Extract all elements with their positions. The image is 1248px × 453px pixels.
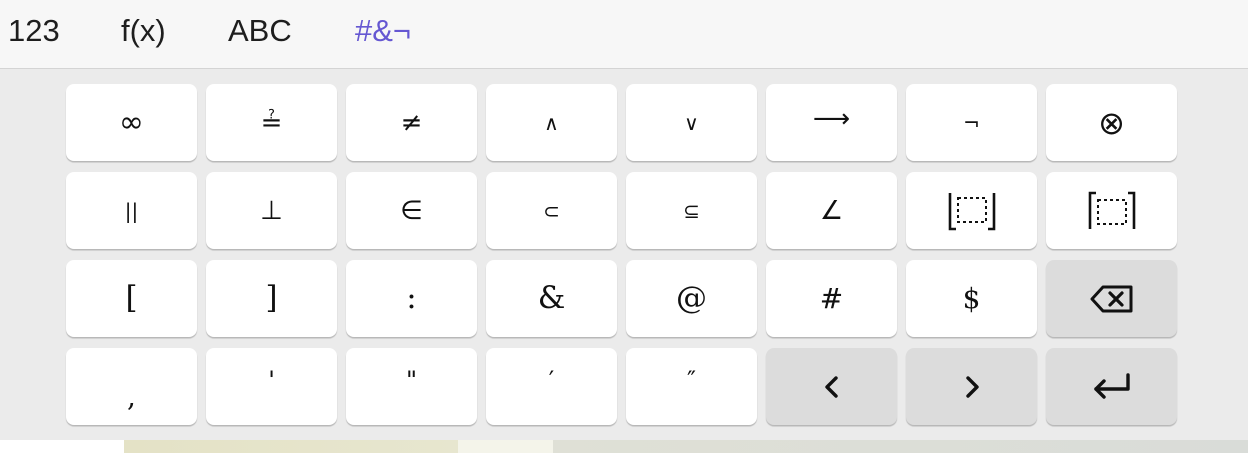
chevron-left-icon [824, 375, 838, 398]
key-label: ¬ [963, 110, 980, 135]
key-element-of[interactable]: ∈ [346, 172, 477, 249]
key-label: || [124, 198, 139, 223]
key-label: [ [125, 280, 138, 316]
key-label: ⟶ [812, 103, 851, 134]
key-dollar[interactable]: $ [906, 260, 1037, 337]
key-label: " [405, 365, 418, 394]
key-colon[interactable]: : [346, 260, 477, 337]
key-ceil[interactable] [1046, 172, 1177, 249]
key-floor[interactable] [906, 172, 1037, 249]
key-label: ] [265, 280, 278, 316]
key-at[interactable]: @ [626, 260, 757, 337]
tab-abc[interactable]: ABC [228, 0, 292, 62]
key-apostrophe[interactable]: ' [206, 348, 337, 425]
floor-bracket-icon [948, 192, 995, 230]
backspace-icon [1090, 285, 1132, 312]
key-ampersand[interactable]: & [486, 260, 617, 337]
key-label: ∈ [400, 195, 423, 226]
key-not[interactable]: ¬ [906, 84, 1037, 161]
key-double-quote[interactable]: " [346, 348, 477, 425]
key-not-equal[interactable]: ≠ [346, 84, 477, 161]
key-left-bracket[interactable]: [ [66, 260, 197, 337]
tab-123[interactable]: 123 [8, 0, 60, 62]
key-label: ∧ [544, 110, 559, 135]
key-label: ≟ [260, 107, 283, 138]
key-label: ″ [687, 365, 696, 394]
key-right-bracket[interactable]: ] [206, 260, 337, 337]
key-double-prime[interactable]: ″ [626, 348, 757, 425]
tab-symbols[interactable]: #&¬ [355, 0, 411, 62]
key-angle[interactable]: ∠ [766, 172, 897, 249]
key-parallel[interactable]: || [66, 172, 197, 249]
key-label: ′ [548, 365, 555, 394]
key-label: ⊗ [1098, 103, 1125, 142]
enter-icon [1093, 372, 1130, 399]
ceil-bracket-icon [1088, 191, 1135, 229]
key-label: ≠ [400, 107, 423, 138]
key-questioned-equal[interactable]: ≟ [206, 84, 337, 161]
key-subset[interactable]: ⊂ [486, 172, 617, 249]
key-prime[interactable]: ′ [486, 348, 617, 425]
key-subset-equal[interactable]: ⊆ [626, 172, 757, 249]
tab-functions[interactable]: f(x) [121, 0, 166, 62]
key-label: ' [268, 365, 275, 394]
key-label: ∨ [684, 110, 699, 135]
key-comma[interactable]: , [66, 348, 197, 425]
key-long-right-arrow[interactable]: ⟶ [766, 84, 897, 161]
key-label: ⊆ [683, 198, 700, 223]
cursor-right-button[interactable] [906, 348, 1037, 425]
key-label: & [537, 280, 566, 316]
background-content-strip [0, 440, 1248, 453]
symbol-keyboard: ∞ ≟ ≠ ∧ ∨ ⟶ ¬ ⊗ || ⊥ ∈ ⊂ ⊆ ∠ [ ] : & @ #… [0, 70, 1248, 440]
key-label: @ [676, 280, 707, 316]
key-label: ∠ [819, 195, 844, 226]
key-logical-or[interactable]: ∨ [626, 84, 757, 161]
chevron-right-icon [965, 375, 979, 398]
key-circled-times[interactable]: ⊗ [1046, 84, 1177, 161]
key-hash[interactable]: # [766, 260, 897, 337]
key-label: ∞ [119, 104, 144, 140]
key-label: ⊂ [543, 198, 560, 223]
key-perpendicular[interactable]: ⊥ [206, 172, 337, 249]
key-infinity[interactable]: ∞ [66, 84, 197, 161]
enter-button[interactable] [1046, 348, 1177, 425]
key-label: ⊥ [260, 195, 283, 226]
key-logical-and[interactable]: ∧ [486, 84, 617, 161]
key-label: , [127, 379, 136, 413]
keyboard-tab-bar: 123 f(x) ABC #&¬ [0, 0, 1248, 69]
cursor-left-button[interactable] [766, 348, 897, 425]
key-label: : [406, 280, 417, 316]
backspace-button[interactable] [1046, 260, 1177, 337]
key-label: # [819, 281, 844, 315]
key-label: $ [962, 281, 981, 315]
